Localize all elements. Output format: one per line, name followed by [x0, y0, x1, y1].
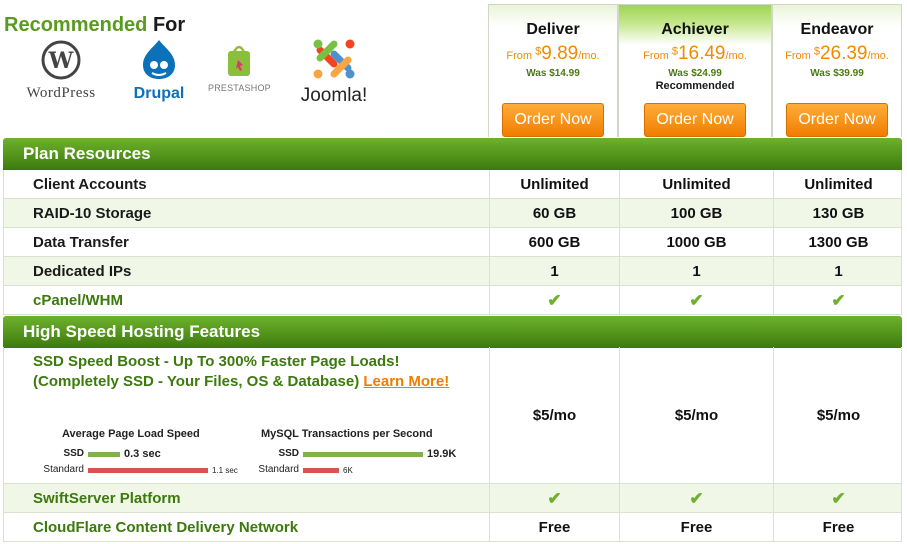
prestashop-name: PRESTASHOP [208, 83, 271, 93]
table-row: RAID-10 Storage 60 GB 100 GB 130 GB [3, 199, 902, 228]
table-row: SwiftServer Platform ✔ ✔ ✔ [3, 484, 902, 513]
check-icon: ✔ [489, 484, 619, 512]
cell-endeavor: $5/mo [773, 347, 903, 483]
row-label: Dedicated IPs [33, 263, 132, 280]
cell-achiever: $5/mo [619, 347, 773, 483]
plan-name: Achiever [661, 21, 729, 38]
svg-text:W: W [48, 48, 74, 74]
wordpress-name: WordPress [26, 85, 96, 101]
cell-achiever: 100 GB [619, 199, 773, 227]
for-word: For [152, 14, 186, 36]
ssd-bar [88, 452, 120, 457]
cell-deliver: $5/mo [489, 347, 619, 483]
cell-achiever: Unlimited [619, 170, 773, 198]
drupal-icon [143, 40, 175, 79]
row-label: SwiftServer Platform [33, 490, 181, 507]
row-label: Data Transfer [33, 234, 129, 251]
cell-endeavor: Free [773, 513, 903, 541]
standard-bar [303, 468, 339, 473]
order-now-button-endeavor[interactable]: Order Now [786, 103, 888, 137]
cell-deliver: 1 [489, 257, 619, 285]
plan-endeavor-header: Endeavor From $26.39/mo. Was $39.99 Orde… [772, 4, 902, 137]
standard-label: Standard [43, 464, 84, 475]
row-label: Client Accounts [33, 176, 147, 193]
wordpress-logo: W WordPress [14, 40, 108, 102]
table-row: CloudFlare Content Delivery Network Free… [3, 513, 902, 542]
cell-achiever: Free [619, 513, 773, 541]
table-row: Dedicated IPs 1 1 1 [3, 257, 902, 286]
plan-name: Deliver [526, 21, 580, 38]
table-row: cPanel/WHM ✔ ✔ ✔ [3, 286, 902, 315]
standard-value: 6K [343, 466, 353, 475]
check-icon: ✔ [489, 286, 619, 314]
row-label: cPanel/WHM [33, 292, 124, 309]
section-plan-resources: Plan Resources [3, 138, 902, 170]
mysql-chart-title: MySQL Transactions per Second [261, 428, 433, 440]
standard-bar [88, 468, 208, 473]
cell-deliver: Free [489, 513, 619, 541]
recommended-word: Recommended [4, 14, 148, 36]
cell-deliver: 600 GB [489, 228, 619, 256]
cell-endeavor: 1300 GB [773, 228, 903, 256]
ssd-line-1: SSD Speed Boost - Up To 300% Faster Page… [33, 353, 400, 370]
standard-value: 1.1 sec [212, 466, 238, 475]
drupal-logo: Drupal [128, 38, 190, 103]
plan-price: From $26.39/mo. [785, 43, 889, 64]
plan-deliver-header: Deliver From $9.89/mo. Was $14.99 Order … [488, 4, 618, 137]
order-now-button-deliver[interactable]: Order Now [502, 103, 604, 137]
cell-deliver: 60 GB [489, 199, 619, 227]
plan-price: From $16.49/mo. [643, 43, 747, 64]
joomla-name: Joomla! [300, 85, 368, 106]
ssd-label: SSD [63, 448, 84, 459]
cell-deliver: Unlimited [489, 170, 619, 198]
was-price: Was $24.99 [668, 68, 722, 79]
cell-achiever: 1000 GB [619, 228, 773, 256]
recommended-for-heading: Recommended For [4, 14, 185, 37]
check-icon: ✔ [619, 484, 773, 512]
cell-endeavor: Unlimited [773, 170, 903, 198]
ssd-value: 19.9K [427, 448, 457, 460]
was-price: Was $39.99 [810, 68, 864, 79]
section-high-speed-features: High Speed Hosting Features [3, 316, 902, 348]
page-load-chart-title: Average Page Load Speed [62, 428, 200, 440]
plan-price: From $9.89/mo. [506, 43, 600, 64]
was-price: Was $14.99 [526, 68, 580, 79]
table-row: Data Transfer 600 GB 1000 GB 1300 GB [3, 228, 902, 257]
wordpress-icon: W [41, 40, 81, 80]
plan-name: Endeavor [800, 21, 874, 38]
check-icon: ✔ [773, 286, 903, 314]
cell-achiever: 1 [619, 257, 773, 285]
ssd-bar [303, 452, 423, 457]
drupal-name: Drupal [133, 85, 185, 102]
ssd-label: SSD [278, 448, 299, 459]
row-label: CloudFlare Content Delivery Network [33, 519, 299, 536]
shopping-bag-icon [228, 45, 250, 76]
row-label: RAID-10 Storage [33, 205, 152, 222]
standard-label: Standard [258, 464, 299, 475]
ssd-speed-boost-row: SSD Speed Boost - Up To 300% Faster Page… [3, 347, 902, 484]
recommended-badge: Recommended [655, 80, 735, 92]
ssd-value: 0.3 sec [124, 448, 161, 460]
cell-endeavor: 130 GB [773, 199, 903, 227]
prestashop-logo: PRESTASHOP [208, 42, 271, 93]
ssd-line-2: (Completely SSD - Your Files, OS & Datab… [33, 373, 360, 390]
joomla-logo: Joomla! [288, 36, 380, 107]
check-icon: ✔ [773, 484, 903, 512]
joomla-icon [313, 39, 355, 79]
plan-achiever-header: Achiever From $16.49/mo. Was $24.99 Reco… [618, 4, 772, 137]
learn-more-link[interactable]: Learn More! [363, 373, 449, 390]
ssd-description: SSD Speed Boost - Up To 300% Faster Page… [33, 352, 473, 392]
table-row: Client Accounts Unlimited Unlimited Unli… [3, 170, 902, 199]
order-now-button-achiever[interactable]: Order Now [644, 103, 746, 137]
check-icon: ✔ [619, 286, 773, 314]
cell-endeavor: 1 [773, 257, 903, 285]
